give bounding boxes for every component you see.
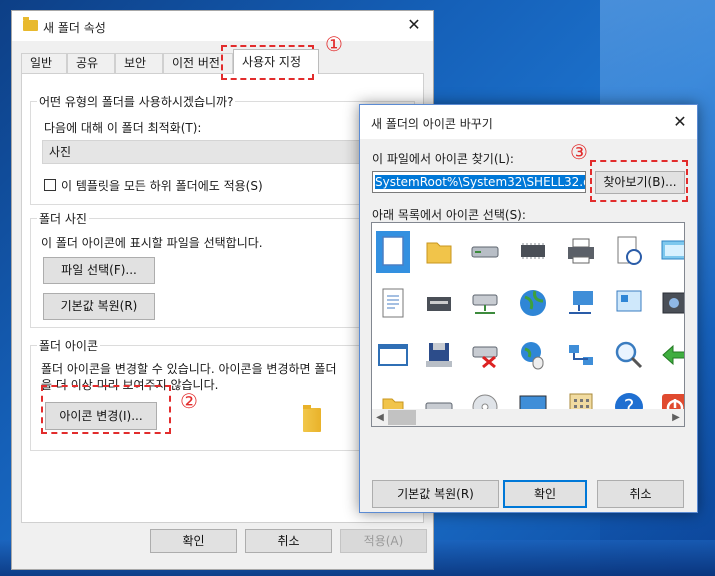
folder-type-title: 어떤 유형의 폴더를 사용하시겠습니까? xyxy=(37,93,236,110)
search-icon[interactable] xyxy=(613,339,645,371)
apply-subfolders-checkbox[interactable] xyxy=(44,179,56,191)
dialog-title-bar: 새 폴더의 아이콘 바꾸기 ✕ xyxy=(360,105,697,139)
printer-icon[interactable] xyxy=(565,235,597,267)
window-title: 새 폴더 속성 xyxy=(43,21,106,35)
ok-button[interactable]: 확인 xyxy=(150,529,237,553)
folder-icon-title: 폴더 아이콘 xyxy=(37,337,101,354)
dialog-ok-button[interactable]: 확인 xyxy=(503,480,587,508)
cancel-button[interactable]: 취소 xyxy=(245,529,332,553)
media-drive-icon[interactable] xyxy=(423,287,455,319)
icon-list[interactable]: ? ◀ ▶ xyxy=(371,222,685,427)
blank-document-icon[interactable] xyxy=(377,235,409,267)
camera-icon[interactable] xyxy=(659,287,684,319)
folder-preview-icon xyxy=(303,405,321,432)
title-bar: 새 폴더 속성 ✕ xyxy=(12,11,433,41)
look-in-label: 이 파일에서 아이콘 찾기(L): xyxy=(372,152,514,166)
network-drive-icon[interactable] xyxy=(469,287,501,319)
apply-subfolders-label: 이 템플릿을 모든 하위 폴더에도 적용(S) xyxy=(61,179,263,193)
folder-icon[interactable] xyxy=(423,235,455,267)
optimize-label: 다음에 대해 이 폴더 최적화(T): xyxy=(44,121,202,135)
dialog-title: 새 폴더의 아이콘 바꾸기 xyxy=(371,117,493,131)
disconnected-drive-icon[interactable] xyxy=(469,339,501,371)
floppy-drive-icon[interactable] xyxy=(423,339,455,371)
close-button[interactable]: ✕ xyxy=(405,16,423,34)
recycle-arrow-icon[interactable] xyxy=(659,339,684,371)
scroll-left-icon[interactable]: ◀ xyxy=(372,409,388,426)
restore-default-button[interactable]: 기본값 복원(R) xyxy=(43,293,155,320)
tab-sharing[interactable]: 공유 xyxy=(67,53,115,73)
network-connections-icon[interactable] xyxy=(565,339,597,371)
globe-icon[interactable] xyxy=(517,287,549,319)
scroll-thumb[interactable] xyxy=(388,410,416,425)
tab-security[interactable]: 보안 xyxy=(115,53,163,73)
choose-file-button[interactable]: 파일 선택(F)... xyxy=(43,257,155,284)
clock-document-icon[interactable] xyxy=(613,235,645,267)
icon-file-path: SystemRoot%\System32\SHELL32.dll xyxy=(375,175,585,189)
dialog-cancel-button[interactable]: 취소 xyxy=(597,480,684,508)
text-document-icon[interactable] xyxy=(377,287,409,319)
folder-picture-group: 폴더 사진 이 폴더 아이콘에 표시할 파일을 선택합니다. 파일 선택(F).… xyxy=(30,210,415,328)
annotation-box-change-icon xyxy=(41,385,171,434)
folder-icon xyxy=(23,17,38,31)
annotation-step-2: ② xyxy=(180,389,198,413)
optimize-select[interactable]: 사진 xyxy=(42,140,407,164)
control-panel-icon[interactable] xyxy=(613,287,645,319)
annotation-box-browse xyxy=(590,160,688,202)
window-network-icon[interactable] xyxy=(659,235,684,267)
annotation-step-3: ③ xyxy=(570,140,588,164)
annotation-step-1: ① xyxy=(325,32,343,56)
scroll-right-icon[interactable]: ▶ xyxy=(668,409,684,426)
network-computer-icon[interactable] xyxy=(565,287,597,319)
select-icon-label: 아래 목록에서 아이콘 선택(S): xyxy=(372,208,526,222)
folder-picture-title: 폴더 사진 xyxy=(37,210,89,227)
app-window-icon[interactable] xyxy=(377,339,409,371)
tab-customize[interactable]: 사용자 지정 xyxy=(233,49,319,74)
horizontal-scrollbar[interactable]: ◀ ▶ xyxy=(372,409,684,426)
dialog-close-button[interactable]: ✕ xyxy=(671,113,689,131)
tab-general[interactable]: 일반 xyxy=(21,53,67,73)
icon-file-input[interactable]: SystemRoot%\System32\SHELL32.dll xyxy=(372,171,586,193)
folder-icon-description-line1: 폴더 아이콘을 변경할 수 있습니다. 아이콘을 변경하면 폴더 xyxy=(41,362,337,376)
chip-icon[interactable] xyxy=(517,235,549,267)
folder-type-group: 어떤 유형의 폴더를 사용하시겠습니까? 다음에 대해 이 폴더 최적화(T):… xyxy=(30,93,415,205)
apply-button[interactable]: 적용(A) xyxy=(340,529,427,553)
hard-drive-icon[interactable] xyxy=(469,235,501,267)
dialog-restore-default-button[interactable]: 기본값 복원(R) xyxy=(372,480,499,508)
earth-mouse-icon[interactable] xyxy=(517,339,549,371)
folder-picture-description: 이 폴더 아이콘에 표시할 파일을 선택합니다. xyxy=(41,236,263,250)
